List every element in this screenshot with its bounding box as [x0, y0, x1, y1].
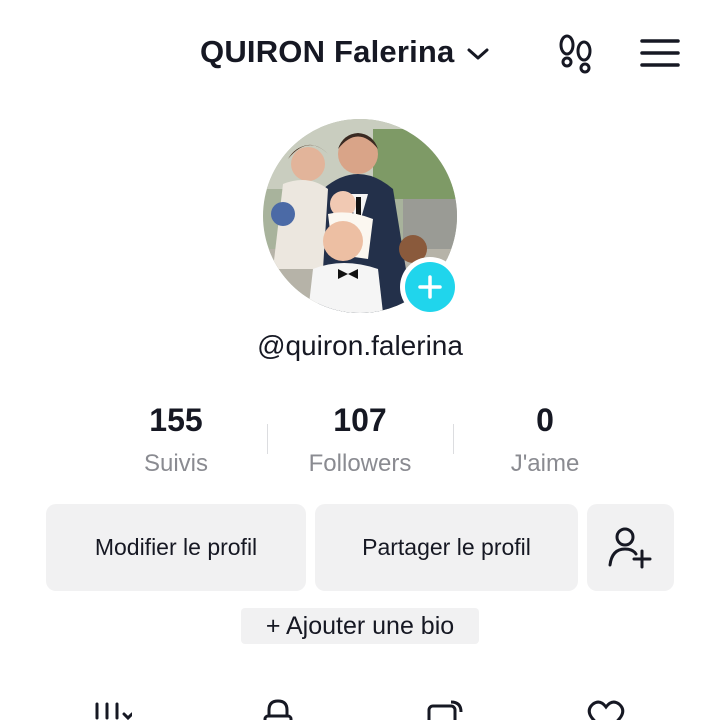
- followers-label: Followers: [308, 450, 412, 477]
- hamburger-menu-icon[interactable]: [638, 36, 682, 72]
- plus-icon: [418, 275, 442, 299]
- share-profile-label: Partager le profil: [362, 534, 531, 560]
- following-label: Suivis: [143, 450, 209, 477]
- repost-icon[interactable]: [425, 698, 465, 720]
- followers-count: 107: [333, 402, 387, 438]
- profile-name: QUIRON Falerina: [200, 34, 455, 69]
- edit-profile-label: Modifier le profil: [94, 534, 258, 560]
- liked-heart-icon[interactable]: [586, 698, 626, 720]
- stat-likes[interactable]: 0 J'aime: [445, 398, 645, 484]
- add-bio-button[interactable]: + Ajouter une bio: [241, 608, 479, 644]
- edit-profile-button[interactable]: Modifier le profil: [46, 504, 306, 591]
- username: @quiron.falerina: [257, 330, 463, 361]
- avatar-container[interactable]: [263, 119, 460, 317]
- likes-count: 0: [536, 402, 554, 438]
- lock-icon[interactable]: [258, 698, 298, 720]
- add-avatar-button[interactable]: [400, 257, 460, 317]
- profile-tab-bar: [0, 690, 720, 720]
- following-count: 155: [149, 402, 203, 438]
- stat-followers[interactable]: 107 Followers: [260, 398, 460, 484]
- add-user-icon: [608, 527, 651, 568]
- add-friend-button[interactable]: [587, 504, 674, 591]
- chevron-down-icon: [467, 48, 488, 60]
- footprints-icon[interactable]: [554, 32, 598, 76]
- stat-following[interactable]: 155 Suivis: [76, 398, 276, 484]
- add-bio-label: + Ajouter une bio: [265, 611, 455, 640]
- likes-label: J'aime: [510, 450, 580, 477]
- share-profile-button[interactable]: Partager le profil: [315, 504, 578, 591]
- videos-grid-icon[interactable]: [92, 698, 132, 720]
- profile-name-switcher[interactable]: QUIRON Falerina: [200, 34, 491, 70]
